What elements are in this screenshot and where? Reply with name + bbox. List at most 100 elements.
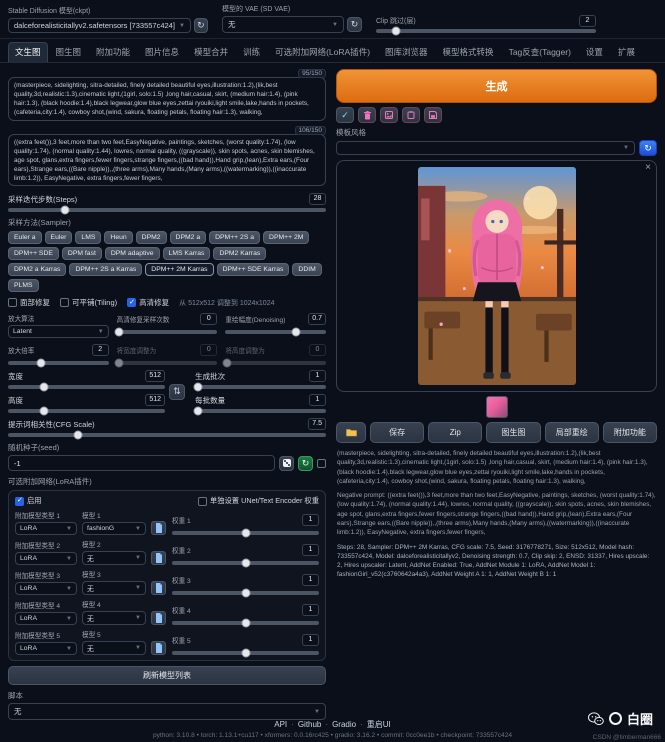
height-value[interactable]: 512 (145, 394, 165, 406)
tab-img2img[interactable]: 图生图 (49, 42, 89, 62)
slider-thumb[interactable] (291, 328, 300, 337)
tab-tagger[interactable]: Tag反查(Tagger) (502, 42, 578, 62)
random-seed-button[interactable] (279, 456, 294, 471)
height-slider[interactable] (8, 409, 165, 413)
refresh-styles-button[interactable]: ↻ (639, 140, 657, 156)
hires-steps-value[interactable]: 0 (200, 313, 217, 325)
resize-height-value[interactable]: 0 (309, 344, 326, 356)
lora-weight-value[interactable]: 1 (302, 634, 319, 646)
vae-dropdown[interactable]: 无 ▼ (222, 16, 344, 33)
send-to-extras-button[interactable]: 附加功能 (603, 422, 657, 443)
sampler-option[interactable]: DPM2 Karras (213, 247, 266, 260)
cfg-scale-value[interactable]: 7.5 (308, 418, 326, 430)
lora-type-dropdown[interactable]: LoRA▼ (15, 612, 77, 625)
sampler-option[interactable]: Euler (45, 231, 73, 244)
tab-additional-networks[interactable]: 可选附加网络(LoRA插件) (268, 42, 377, 62)
lora-model-dropdown[interactable]: fashionG▼ (82, 522, 146, 535)
sampler-option[interactable]: Heun (104, 231, 132, 244)
refresh-ckpt-button[interactable]: ↻ (194, 18, 208, 33)
sampler-option[interactable]: DDIM (292, 263, 321, 276)
lora-weight-value[interactable]: 1 (302, 574, 319, 586)
clear-prompt-button[interactable] (358, 107, 376, 123)
tab-train[interactable]: 训练 (236, 42, 267, 62)
slider-thumb[interactable] (241, 589, 250, 598)
lora-model-dropdown[interactable]: 无▼ (82, 551, 146, 565)
lora-weight-slider[interactable] (172, 561, 319, 565)
slider-thumb[interactable] (114, 359, 123, 368)
slider-thumb[interactable] (241, 559, 250, 568)
denoising-slider[interactable] (225, 330, 326, 334)
tab-png-info[interactable]: 图片信息 (138, 42, 186, 62)
sampler-option[interactable]: Euler a (8, 231, 42, 244)
sampler-option[interactable]: DPM2 a Karras (8, 263, 66, 276)
prompt-input[interactable]: (masterpiece, sidelighting, sitra-detail… (8, 77, 326, 121)
lora-model-info-button[interactable] (151, 641, 166, 655)
reload-ui-link[interactable]: 重启UI (367, 720, 391, 729)
slider-thumb[interactable] (241, 619, 250, 628)
slider-thumb[interactable] (114, 328, 123, 337)
batch-count-slider[interactable] (195, 385, 326, 389)
sampler-option[interactable]: DPM++ 2M (263, 231, 309, 244)
batch-size-value[interactable]: 1 (309, 394, 326, 406)
lora-type-dropdown[interactable]: LoRA▼ (15, 552, 77, 565)
lora-weight-value[interactable]: 1 (302, 514, 319, 526)
slider-thumb[interactable] (193, 383, 202, 392)
refresh-models-button[interactable]: 刷新模型列表 (8, 666, 326, 685)
save-button[interactable]: 保存 (370, 422, 424, 443)
width-slider[interactable] (8, 385, 165, 389)
sampler-option[interactable]: DPM++ 2S a Karras (69, 263, 142, 276)
generated-image[interactable] (418, 167, 576, 385)
send-to-img2img-button[interactable]: 图生图 (486, 422, 540, 443)
lora-weight-slider[interactable] (172, 591, 319, 595)
slider-thumb[interactable] (73, 431, 82, 440)
slider-thumb[interactable] (193, 407, 202, 416)
cfg-scale-slider[interactable] (8, 433, 326, 437)
sampler-option[interactable]: DPM++ SDE Karras (217, 263, 290, 276)
lora-model-info-button[interactable] (151, 551, 166, 565)
negative-prompt-input[interactable]: ((extra feet()),3 feet,more than two fee… (8, 134, 326, 186)
slider-thumb[interactable] (223, 359, 232, 368)
zip-button[interactable]: Zip (428, 422, 482, 443)
lora-model-info-button[interactable] (151, 521, 166, 535)
resize-height-slider[interactable] (225, 361, 326, 365)
reuse-seed-button[interactable]: ↻ (298, 456, 313, 471)
ckpt-dropdown[interactable]: dalceforealisticitallyv2.safetensors [73… (8, 18, 191, 33)
resize-width-value[interactable]: 0 (200, 344, 217, 356)
sampler-option[interactable]: DPM++ 2S a (209, 231, 260, 244)
sampler-option[interactable]: DPM++ SDE (8, 247, 59, 260)
batch-size-slider[interactable] (195, 409, 326, 413)
lora-model-info-button[interactable] (151, 611, 166, 625)
lora-model-dropdown[interactable]: 无▼ (82, 581, 146, 595)
seed-input[interactable] (8, 455, 275, 471)
sampler-option[interactable]: DPM2 (136, 231, 167, 244)
hires-fix-checkbox[interactable]: 高清修复 (127, 297, 169, 308)
lora-type-dropdown[interactable]: LoRA▼ (15, 642, 77, 655)
lora-weight-value[interactable]: 1 (302, 544, 319, 556)
slider-thumb[interactable] (40, 383, 49, 392)
slider-thumb[interactable] (391, 27, 400, 36)
sampler-option[interactable]: PLMS (8, 279, 39, 292)
upscaler-dropdown[interactable]: Latent ▼ (8, 325, 109, 338)
slider-thumb[interactable] (241, 649, 250, 658)
tab-image-browser[interactable]: 图库浏览器 (378, 42, 435, 62)
refresh-vae-button[interactable]: ↻ (347, 17, 362, 32)
generate-button[interactable]: 生成 (336, 69, 657, 103)
lora-weight-slider[interactable] (172, 621, 319, 625)
apply-style-button[interactable] (402, 107, 420, 123)
lora-weight-value[interactable]: 1 (302, 604, 319, 616)
slider-thumb[interactable] (61, 206, 70, 215)
lora-model-dropdown[interactable]: 无▼ (82, 641, 146, 655)
styles-dropdown[interactable]: ▼ (336, 141, 635, 155)
steps-slider[interactable] (8, 208, 326, 212)
lora-weight-slider[interactable] (172, 651, 319, 655)
slider-thumb[interactable] (37, 359, 46, 368)
extra-seed-checkbox[interactable] (317, 459, 326, 468)
lora-type-dropdown[interactable]: LoRA▼ (15, 582, 77, 595)
close-icon[interactable]: × (645, 163, 651, 173)
denoising-value[interactable]: 0.7 (308, 313, 326, 325)
open-folder-button[interactable] (336, 422, 366, 443)
lora-enable-checkbox[interactable]: 启用 (15, 496, 42, 506)
sampler-option[interactable]: DPM adaptive (105, 247, 160, 260)
lora-model-info-button[interactable] (151, 581, 166, 595)
upscale-by-slider[interactable] (8, 361, 109, 365)
